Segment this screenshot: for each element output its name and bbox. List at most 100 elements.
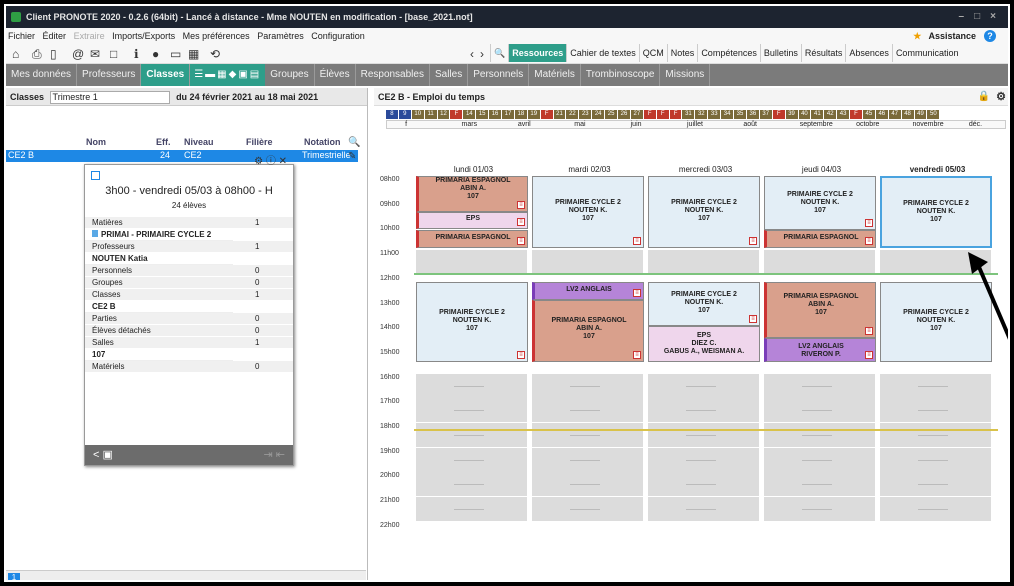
event-primaire-wed-pm[interactable]: PRIMAIRE CYCLE 2 NOUTEN K. 107 ≡ bbox=[648, 282, 760, 326]
nav-mes-donnees[interactable]: Mes données bbox=[6, 64, 78, 86]
empty-slot[interactable] bbox=[648, 447, 759, 472]
calendar-icon[interactable]: ▦ bbox=[188, 47, 199, 61]
empty-slot[interactable] bbox=[532, 472, 643, 497]
document-icon[interactable]: ▯ bbox=[50, 47, 57, 61]
empty-slot[interactable] bbox=[764, 497, 875, 522]
empty-slot[interactable] bbox=[532, 373, 643, 398]
empty-slot[interactable] bbox=[764, 447, 875, 472]
menu-extraire[interactable]: Extraire bbox=[74, 31, 105, 41]
col-niveau[interactable]: Niveau bbox=[184, 137, 214, 147]
menu-preferences[interactable]: Mes préférences bbox=[183, 31, 250, 41]
assistance-button[interactable]: ★ Assistance? bbox=[913, 28, 1001, 44]
window-icon[interactable]: □ bbox=[110, 47, 117, 61]
period-select[interactable]: Trimestre 1 bbox=[49, 91, 170, 105]
event-espagnol-mon[interactable]: PRIMARIA ESPAGNOL ABIN A. 107 ≡ bbox=[416, 176, 528, 212]
empty-slot[interactable] bbox=[532, 423, 643, 447]
week-cell[interactable]: 23 bbox=[579, 110, 592, 119]
detail-value[interactable]: NOUTEN Katia bbox=[85, 253, 233, 265]
week-cell[interactable]: 11 bbox=[424, 110, 437, 119]
nav-personnels[interactable]: Personnels bbox=[468, 64, 530, 86]
empty-slot[interactable] bbox=[416, 423, 527, 447]
empty-slot[interactable] bbox=[532, 250, 643, 275]
checkbox[interactable] bbox=[91, 171, 100, 180]
wrench-icon[interactable]: ✎ bbox=[348, 150, 366, 164]
menu-parametres[interactable]: Paramètres bbox=[257, 31, 304, 41]
empty-slot[interactable] bbox=[648, 423, 759, 447]
empty-slot[interactable] bbox=[880, 472, 991, 497]
empty-slot[interactable] bbox=[880, 398, 991, 423]
week-cell[interactable]: 21 bbox=[553, 110, 566, 119]
week-cell[interactable]: 45 bbox=[862, 110, 875, 119]
event-primaire-wed[interactable]: PRIMAIRE CYCLE 2 NOUTEN K. 107 ≡ bbox=[648, 176, 760, 248]
week-cell[interactable]: F bbox=[850, 110, 862, 119]
detail-value[interactable]: 107 bbox=[85, 349, 233, 361]
col-eff[interactable]: Eff. bbox=[156, 137, 171, 147]
week-cell[interactable]: F bbox=[772, 110, 785, 119]
week-cell[interactable]: 9 bbox=[398, 110, 411, 119]
share-icon[interactable]: < bbox=[93, 449, 99, 461]
nav-responsables[interactable]: Responsables bbox=[356, 64, 430, 86]
class-view-icons[interactable]: ☰▬▦◆▣▤ bbox=[190, 64, 266, 86]
week-cell[interactable]: 26 bbox=[618, 110, 630, 119]
empty-slot[interactable] bbox=[416, 472, 527, 497]
menu-editer[interactable]: Éditer bbox=[43, 31, 67, 41]
week-cell[interactable]: 14 bbox=[463, 110, 476, 119]
empty-slot[interactable] bbox=[648, 497, 759, 522]
nav-missions[interactable]: Missions bbox=[660, 64, 711, 86]
tab-competences[interactable]: Compétences bbox=[697, 44, 760, 62]
tab-ressources[interactable]: Ressources bbox=[508, 44, 567, 62]
week-cell[interactable]: 19 bbox=[527, 110, 540, 119]
print-icon[interactable]: ⎙ bbox=[32, 47, 42, 62]
empty-slot[interactable] bbox=[532, 447, 643, 472]
week-cell[interactable]: 46 bbox=[875, 110, 888, 119]
empty-slot[interactable] bbox=[416, 447, 527, 472]
nav-eleves[interactable]: Élèves bbox=[315, 64, 356, 86]
search-icon[interactable]: 🔍 bbox=[490, 44, 508, 62]
table-row[interactable]: CE2 B 24 CE2 Trimestrielle bbox=[6, 150, 358, 162]
menu-fichier[interactable]: Fichier bbox=[8, 31, 35, 41]
menu-imports[interactable]: Imports/Exports bbox=[112, 31, 175, 41]
empty-slot[interactable] bbox=[648, 250, 759, 275]
info-icon[interactable]: ℹ bbox=[134, 47, 139, 61]
nav-materiels[interactable]: Matériels bbox=[529, 64, 581, 86]
week-cell[interactable]: 12 bbox=[437, 110, 450, 119]
chat-icon[interactable]: ▭ bbox=[170, 47, 181, 61]
tab-bulletins[interactable]: Bulletins bbox=[759, 44, 801, 62]
page-number[interactable]: 1 bbox=[8, 573, 20, 580]
tab-qcm[interactable]: QCM bbox=[638, 44, 667, 62]
empty-slot[interactable] bbox=[764, 398, 875, 423]
event-espagnol-thu-pm[interactable]: PRIMARIA ESPAGNOL ABIN A. 107 ≡ bbox=[764, 282, 876, 338]
week-cell[interactable]: F bbox=[540, 110, 553, 119]
week-cell[interactable]: 15 bbox=[476, 110, 489, 119]
empty-slot[interactable] bbox=[648, 373, 759, 398]
home-icon[interactable]: ⌂ bbox=[12, 47, 19, 61]
nav-professeurs[interactable]: Professeurs bbox=[77, 64, 142, 86]
tab-notes[interactable]: Notes bbox=[666, 44, 698, 62]
event-espagnol-thu[interactable]: PRIMARIA ESPAGNOL ≡ bbox=[764, 230, 876, 248]
col-filiere[interactable]: Filière bbox=[246, 137, 273, 147]
week-cell[interactable]: 10 bbox=[411, 110, 424, 119]
search-icon[interactable]: 🔍 bbox=[348, 136, 366, 150]
week-cell[interactable]: 47 bbox=[888, 110, 901, 119]
week-cell[interactable]: 32 bbox=[695, 110, 708, 119]
week-cell[interactable]: 39 bbox=[785, 110, 798, 119]
empty-slot[interactable] bbox=[880, 447, 991, 472]
card-controls[interactable]: ⚙ ⓘ ✕ bbox=[254, 152, 287, 167]
nav-trombinoscope[interactable]: Trombinoscope bbox=[581, 64, 661, 86]
week-cell[interactable]: 42 bbox=[824, 110, 837, 119]
tab-communication[interactable]: Communication bbox=[891, 44, 962, 62]
week-cell[interactable]: 43 bbox=[837, 110, 850, 119]
week-cell[interactable]: 35 bbox=[734, 110, 746, 119]
week-cell[interactable]: F bbox=[643, 110, 656, 119]
screen-icon[interactable]: ▣ bbox=[103, 449, 113, 461]
col-notation[interactable]: Notation bbox=[304, 137, 341, 147]
nav-back-icon[interactable]: ‹ bbox=[470, 47, 474, 61]
detail-value[interactable]: CE2 B bbox=[85, 301, 233, 313]
empty-slot[interactable] bbox=[416, 497, 527, 522]
lock-icon[interactable]: 🔒 bbox=[978, 88, 990, 106]
settings-icon[interactable]: ⚙ bbox=[996, 88, 1006, 106]
empty-slot[interactable] bbox=[416, 250, 527, 275]
nav-arrows-icon[interactable]: ⇥ ⇤ bbox=[264, 445, 286, 465]
week-cell[interactable]: 34 bbox=[721, 110, 734, 119]
event-primaire-fri-selected[interactable]: PRIMAIRE CYCLE 2 NOUTEN K. 107 bbox=[880, 176, 992, 248]
